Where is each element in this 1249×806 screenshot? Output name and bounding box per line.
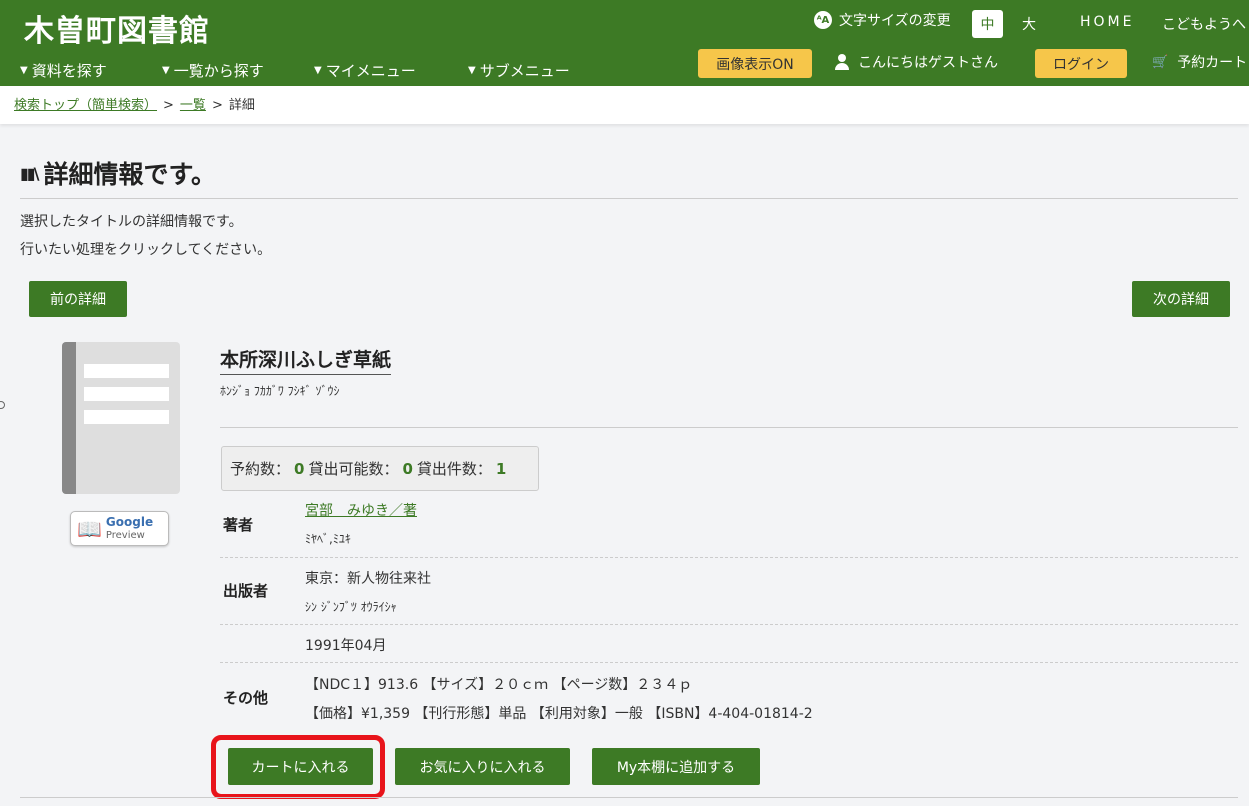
author-label: 著者 xyxy=(223,516,254,534)
dropdown-triangle-icon: ▼ xyxy=(468,65,476,76)
user-greeting: こんにちはゲストさん xyxy=(834,52,998,72)
main-nav: ▼ 資料を探す ▼ 一覧から探す ▼ マイメニュー ▼ サブメニュー xyxy=(20,60,570,81)
nav-search-materials[interactable]: ▼ 資料を探す xyxy=(20,60,162,81)
other-info-line-1: 【NDC１】913.6 【サイズ】２０ｃｍ 【ページ数】２３４ｐ xyxy=(305,677,693,693)
nav-my-menu[interactable]: ▼ マイメニュー xyxy=(314,60,468,81)
dropdown-triangle-icon: ▼ xyxy=(314,65,322,76)
publisher-label: 出版者 xyxy=(223,582,269,600)
add-to-favorites-button[interactable]: お気に入りに入れる xyxy=(395,748,570,785)
description-line-1: 選択したタイトルの詳細情報です。 xyxy=(20,214,243,230)
nav-sub-menu[interactable]: ▼ サブメニュー xyxy=(468,60,570,81)
divider xyxy=(20,198,1238,199)
available-count: 0 xyxy=(402,459,413,478)
user-icon xyxy=(834,53,850,71)
dropdown-triangle-icon: ▼ xyxy=(20,65,28,76)
font-size-medium-button[interactable]: 中 xyxy=(972,10,1003,38)
site-title[interactable]: 木曽町図書館 xyxy=(24,6,210,50)
kids-page-link[interactable]: こどもようへ xyxy=(1162,14,1246,34)
next-detail-button[interactable]: 次の詳細 xyxy=(1132,281,1230,317)
book-title-kana: ﾎﾝｼﾞｮ ﾌｶｶﾞﾜ ﾌｼｷﾞ ｿﾞｳｼ xyxy=(220,384,340,398)
author-kana: ﾐﾔﾍﾞ,ﾐﾕｷ xyxy=(305,532,351,546)
dropdown-triangle-icon: ▼ xyxy=(162,65,170,76)
nav-browse-lists[interactable]: ▼ 一覧から探す xyxy=(162,60,314,81)
book-cover-placeholder xyxy=(62,342,180,494)
font-size-icon: ᴬA xyxy=(814,11,832,29)
site-header: 木曽町図書館 ▼ 資料を探す ▼ 一覧から探す ▼ マイメニュー ▼ サブメニュー ᴬA… xyxy=(0,0,1249,86)
open-book-icon: 📖 xyxy=(77,516,102,541)
login-button[interactable]: ログイン xyxy=(1035,49,1127,78)
other-label: その他 xyxy=(223,689,269,707)
author-link[interactable]: 宮部 みゆき／著 xyxy=(305,500,417,520)
publisher-kana: ｼﾝ ｼﾞﾝﾌﾞﾂ ｵｳﾗｲｼｬ xyxy=(305,600,397,614)
description-line-2: 行いたい処理をクリックしてください。 xyxy=(20,242,272,258)
reserve-count: 0 xyxy=(294,459,305,478)
breadcrumb: 検索トップ（簡単検索） > 一覧 > 詳細 xyxy=(0,86,1249,124)
highlight-box xyxy=(211,735,385,799)
reservation-cart-link[interactable]: 🛒 予約カート xyxy=(1152,52,1247,72)
books-icon: ▮▮\ xyxy=(20,163,40,183)
breadcrumb-current: 詳細 xyxy=(228,98,255,113)
font-size-large-button[interactable]: 大 xyxy=(1022,14,1036,34)
breadcrumb-list[interactable]: 一覧 xyxy=(180,98,206,113)
publisher: 東京：新人物往来社 xyxy=(305,571,431,587)
book-title: 本所深川ふしぎ草紙 xyxy=(220,345,392,375)
cart-icon: 🛒 xyxy=(1152,54,1169,70)
page-title: ▮▮\ 詳細情報です。 xyxy=(20,160,216,189)
font-size-label: ᴬA 文字サイズの変更 xyxy=(814,10,951,30)
holding-counts: 予約数： 0 貸出可能数： 0 貸出件数： 1 xyxy=(221,446,539,491)
divider xyxy=(20,797,1238,798)
image-display-toggle[interactable]: 画像表示ON xyxy=(698,49,812,78)
add-to-my-bookshelf-button[interactable]: My本棚に追加する xyxy=(592,748,760,785)
home-link[interactable]: HOME xyxy=(1080,14,1134,30)
breadcrumb-search-top[interactable]: 検索トップ（簡単検索） xyxy=(14,98,157,113)
google-preview-button[interactable]: 📖 Google Preview xyxy=(70,511,169,546)
previous-detail-button[interactable]: 前の詳細 xyxy=(29,281,127,317)
loan-count: 1 xyxy=(495,459,507,478)
divider xyxy=(220,427,1238,428)
side-handle xyxy=(0,401,5,409)
other-info-line-2: 【価格】¥1,359 【刊行形態】単品 【利用対象】一般 【ISBN】4-404… xyxy=(305,706,813,722)
publication-date: 1991年04月 xyxy=(305,638,387,654)
